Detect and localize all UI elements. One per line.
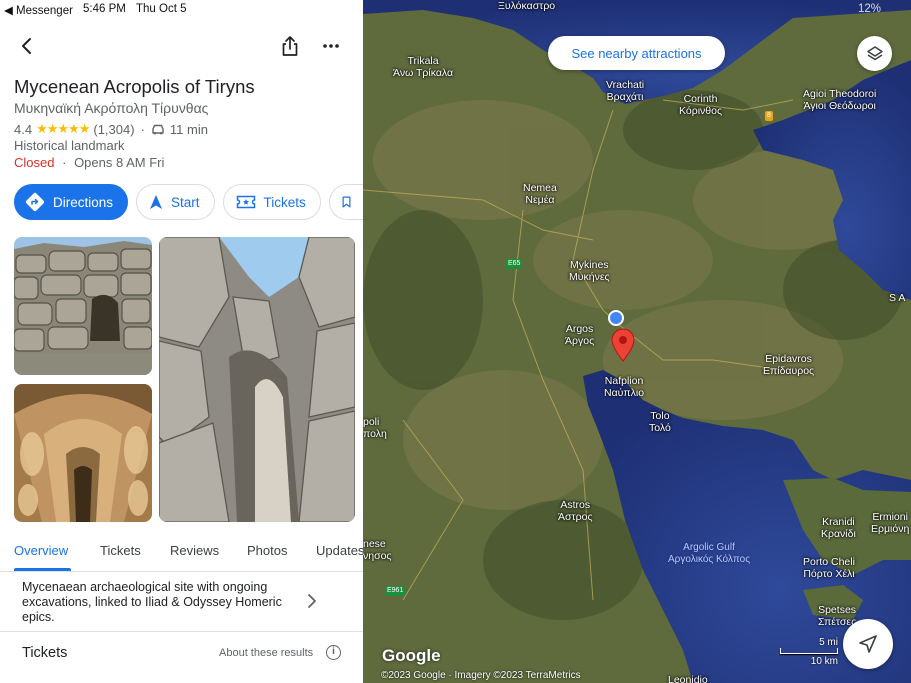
rating-row[interactable]: 4.4 ★★★★★ (1,304) · 11 min	[14, 121, 208, 137]
map-label-epidavros: Epidavros Επίδαυρος	[763, 353, 815, 377]
directions-label: Directions	[53, 194, 114, 210]
tab-photos[interactable]: Photos	[247, 543, 287, 558]
tab-bar: Overview Tickets Reviews Photos Updates	[0, 532, 363, 572]
about-results-link[interactable]: About these results	[219, 647, 313, 659]
map-label-edge-east: S A	[889, 292, 906, 304]
nearby-attractions-button[interactable]: See nearby attractions	[548, 36, 725, 70]
more-dots-icon	[323, 44, 339, 48]
top-bar	[0, 30, 363, 62]
back-button[interactable]	[12, 31, 42, 61]
photo-passage[interactable]	[159, 237, 355, 522]
place-summary: Mycenaean archaeological site with ongoi…	[22, 580, 282, 624]
active-tab-indicator	[14, 568, 71, 571]
photo-gallery[interactable]	[14, 384, 152, 522]
place-pin-icon[interactable]	[611, 328, 635, 362]
car-icon	[152, 124, 164, 134]
battery-level: 12%	[858, 3, 882, 15]
google-logo: Google	[382, 646, 441, 665]
ticket-icon	[236, 195, 255, 209]
opens-time: Opens 8 AM Fri	[74, 155, 165, 170]
directions-icon	[25, 192, 45, 212]
separator-dot: ·	[140, 121, 145, 137]
hours-row[interactable]: Closed · Opens 8 AM Fri	[14, 155, 164, 170]
map-label-vrachati: Vrachati Βραχάτι	[606, 79, 645, 103]
map-layers-button[interactable]	[857, 36, 892, 71]
scale-mi: 5 mi	[819, 637, 838, 648]
scale-bar	[780, 648, 838, 654]
stone-passage-image	[159, 237, 355, 522]
status-date: Thu Oct 5	[136, 3, 187, 15]
tickets-heading: Tickets	[22, 645, 68, 661]
map-label-porto-cheli: Porto Cheli Πόρτο Χέλι	[803, 556, 855, 580]
map-label-kranidi: Kranidi Κρανίδι	[821, 516, 856, 540]
tickets-label: Tickets	[263, 194, 306, 210]
bookmark-icon	[342, 196, 351, 208]
map-scale: 5 mi 10 km	[780, 637, 838, 667]
map-label-argolic-gulf: Argolic Gulf Αργολικός Κόλπος	[668, 542, 751, 565]
map-label-nemea: Nemea Νεμέα	[523, 182, 557, 206]
chevron-right-icon	[308, 594, 316, 608]
tab-reviews[interactable]: Reviews	[170, 543, 219, 558]
photo-stone-wall[interactable]	[14, 237, 152, 375]
map-label-edge-west: poli πολη	[363, 416, 387, 440]
review-count: (1,304)	[93, 121, 135, 137]
rating-stars: ★★★★★	[36, 121, 90, 136]
current-location-dot-icon	[608, 310, 624, 326]
back-to-app-link[interactable]: ◀ Messenger	[4, 3, 73, 17]
share-icon	[282, 36, 298, 56]
map-label-agioi-theodoroi: Agioi Theodoroi Άγιοι Θεόδωροι	[803, 88, 877, 112]
place-category: Historical landmark	[14, 138, 125, 153]
open-status: Closed	[14, 155, 55, 170]
scale-km: 10 km	[810, 656, 838, 667]
map-label-nafplion: Nafplion Ναύπλιο	[604, 375, 645, 399]
map-label-edge-southwest: nese νησος	[363, 538, 392, 562]
place-title: Mycenean Acropolis of Tiryns	[14, 76, 255, 97]
separator-dot: ·	[62, 155, 67, 170]
map-label-leonidio: Leonidio	[668, 674, 708, 683]
place-panel: Mycenean Acropolis of Tiryns Μυκηναϊκή Α…	[0, 0, 363, 683]
map-label-ermioni: Ermioni Ερμιόνη	[871, 511, 910, 535]
tickets-button[interactable]: Tickets	[222, 184, 321, 220]
save-button[interactable]	[328, 184, 363, 220]
info-icon[interactable]: i	[326, 645, 341, 660]
recenter-button[interactable]	[843, 619, 893, 669]
tab-updates[interactable]: Updates	[316, 543, 363, 558]
rating-value: 4.4	[14, 121, 33, 137]
action-chips: Directions Start Tickets	[14, 184, 363, 220]
map-attribution: ©2023 Google · Imagery ©2023 TerraMetric…	[381, 670, 581, 681]
drive-time: 11 min	[169, 121, 208, 137]
layers-icon	[866, 45, 883, 60]
tab-overview[interactable]: Overview	[14, 543, 68, 558]
back-arrow-icon	[22, 38, 31, 54]
map-label-corinth: Corinth Κόρινθος	[679, 93, 723, 117]
stone-wall-image	[14, 237, 152, 375]
summary-row[interactable]: Mycenaean archaeological site with ongoi…	[0, 572, 363, 632]
navigation-arrow-icon	[859, 635, 877, 653]
map-label-mykines: Mykines Μυκήνες	[569, 259, 610, 283]
map-label-tolo: Tolo Τολό	[649, 410, 671, 434]
status-time: 5:46 PM	[83, 3, 126, 15]
status-bar: ◀ Messenger 5:46 PM Thu Oct 5 12%	[0, 0, 911, 18]
map-label-trikala: Trikala Άνω Τρίκαλα	[393, 55, 454, 79]
map-label-argos: Argos Άργος	[565, 323, 595, 347]
navigation-arrow-icon	[150, 195, 163, 209]
place-native-name: Μυκηναϊκή Ακρόπολη Τίρυνθας	[14, 100, 209, 116]
start-label: Start	[171, 194, 200, 210]
start-button[interactable]: Start	[136, 184, 215, 220]
map-label-astros: Astros Άστρος	[558, 499, 593, 523]
road-e961-shield: E961	[385, 586, 406, 596]
directions-button[interactable]: Directions	[14, 184, 129, 220]
satellite-map[interactable]: Trikala Άνω Τρίκαλα Vrachati Βραχάτι Corin…	[363, 0, 911, 683]
tab-tickets[interactable]: Tickets	[100, 543, 141, 558]
gallery-corridor-image	[14, 384, 152, 522]
road-8-shield: 8	[765, 111, 773, 121]
road-e65-shield: E65	[506, 259, 523, 269]
more-options-button[interactable]	[316, 31, 346, 61]
share-button[interactable]	[275, 31, 305, 61]
